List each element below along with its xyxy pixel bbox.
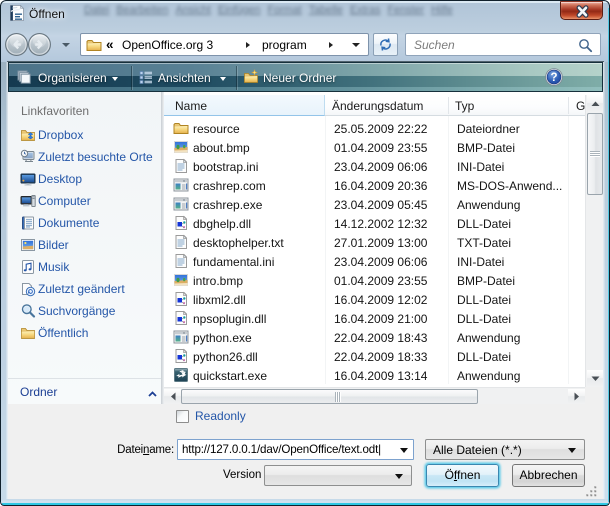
svg-text:?: ? [550, 72, 557, 84]
